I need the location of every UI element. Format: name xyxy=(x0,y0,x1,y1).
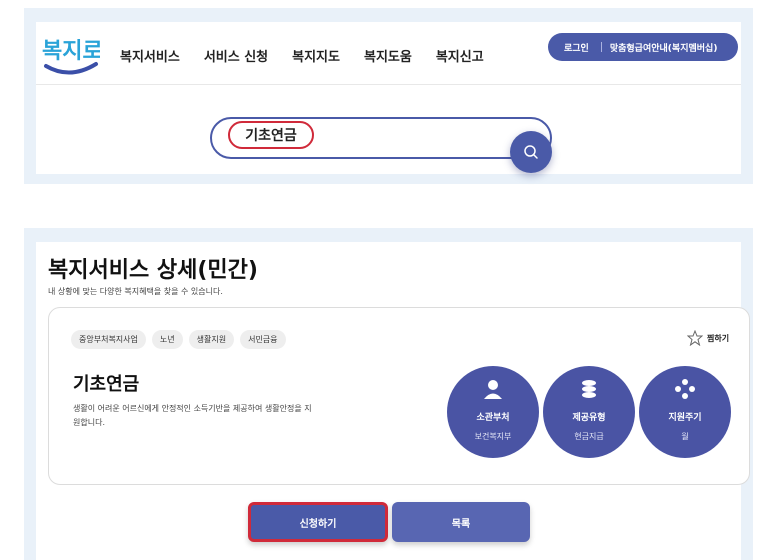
header-divider xyxy=(36,84,741,85)
favorite-label: 찜하기 xyxy=(707,333,730,343)
star-icon xyxy=(687,330,703,346)
guide-link[interactable]: 맞춤형급여안내(복지멤버십) xyxy=(602,41,718,54)
page-title: 복지서비스 상세(민간) xyxy=(48,258,258,283)
login-bar: 로그인 맞춤형급여안내(복지멤버십) xyxy=(548,33,738,61)
tag[interactable]: 중앙부처복지사업 xyxy=(71,330,146,349)
info-support-cycle: 지원주기 월 xyxy=(639,366,731,458)
info-label: 제공유형 xyxy=(572,413,606,423)
service-description: 생활이 어려운 어르신에게 안정적인 소득기반을 제공하여 생활안정을 지원합니… xyxy=(73,404,312,427)
info-label: 소관부처 xyxy=(476,413,510,423)
header-search-panel: 복지로 복지서비스 서비스 신청 복지지도 복지도움 복지신고 로그인 맞춤형급… xyxy=(24,8,753,184)
service-card: 중앙부처복지사업 노년 생활지원 서민금융 찜하기 기초연금 생활이 어려운 어… xyxy=(48,307,750,485)
cycle-dots-icon xyxy=(675,379,695,399)
nav-welfare-report[interactable]: 복지신고 xyxy=(436,46,484,65)
info-value: 월 xyxy=(681,432,689,441)
person-icon xyxy=(484,380,502,399)
info-value: 보건복지부 xyxy=(474,432,512,441)
login-link[interactable]: 로그인 xyxy=(548,41,601,54)
tag[interactable]: 노년 xyxy=(151,330,183,349)
list-button[interactable]: 목록 xyxy=(392,502,530,542)
info-ministry: 소관부처 보건복지부 xyxy=(447,366,539,458)
nav-service-apply[interactable]: 서비스 신청 xyxy=(204,46,268,65)
coins-icon xyxy=(582,380,596,398)
tag-list: 중앙부처복지사업 노년 생활지원 서민금융 xyxy=(71,330,286,349)
tag[interactable]: 서민금융 xyxy=(240,330,286,349)
detail-area: 복지서비스 상세(민간) 내 상황에 맞는 다양한 복지혜택을 찾을 수 있습니… xyxy=(36,242,750,560)
tag[interactable]: 생활지원 xyxy=(188,330,235,349)
nav-welfare-help[interactable]: 복지도움 xyxy=(364,46,412,65)
info-value: 현금지급 xyxy=(574,432,604,441)
bokjiro-logo[interactable]: 복지로 xyxy=(40,30,100,80)
search-input[interactable]: 기초연금 xyxy=(210,117,552,159)
search-query: 기초연금 xyxy=(228,121,314,149)
page-subtitle: 내 상황에 맞는 다양한 복지혜택을 찾을 수 있습니다. xyxy=(48,287,223,296)
main-nav: 복지서비스 서비스 신청 복지지도 복지도움 복지신고 xyxy=(120,46,484,65)
apply-button[interactable]: 신청하기 xyxy=(248,502,388,542)
search-button[interactable] xyxy=(510,131,552,173)
search-icon xyxy=(524,145,538,159)
favorite-button[interactable]: 찜하기 xyxy=(687,330,729,346)
info-provision-type: 제공유형 현금지급 xyxy=(543,366,635,458)
info-label: 지원주기 xyxy=(668,413,702,423)
svg-text:복지로: 복지로 xyxy=(42,39,100,64)
nav-welfare-service[interactable]: 복지서비스 xyxy=(120,46,180,65)
service-name: 기초연금 xyxy=(73,374,140,395)
nav-welfare-map[interactable]: 복지지도 xyxy=(292,46,340,65)
detail-panel: 복지서비스 상세(민간) 내 상황에 맞는 다양한 복지혜택을 찾을 수 있습니… xyxy=(24,228,753,560)
